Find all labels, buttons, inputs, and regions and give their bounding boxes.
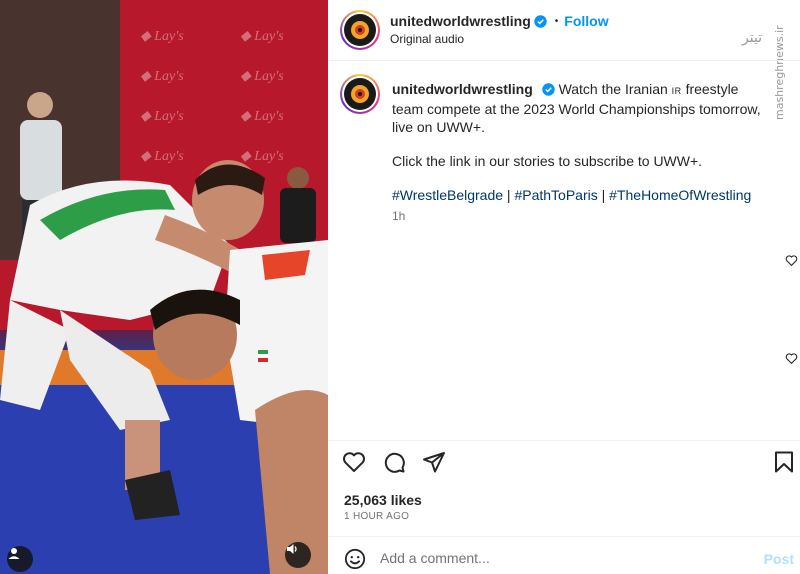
caption-avatar[interactable] — [340, 74, 380, 114]
post-caption: unitedworldwrestling Watch the Iranian I… — [392, 80, 764, 220]
uww-logo-icon — [351, 21, 369, 39]
comment-bar: Post — [328, 543, 800, 574]
svg-text:◆ Lay's: ◆ Lay's — [140, 69, 184, 84]
header-username[interactable]: unitedworldwrestling — [390, 13, 531, 29]
likes-count[interactable]: 25,063 likes — [344, 492, 422, 508]
post-side-panel: unitedworldwrestling • Follow Original a… — [328, 0, 800, 574]
caption-text-1: Watch the Iranian — [558, 81, 668, 97]
watermark-persian: تیتر — [741, 30, 762, 46]
uww-logo-icon — [351, 85, 369, 103]
wrestling-photo: ◆ Lay's ◆ Lay's ◆ Lay's ◆ Lay's ◆ Lay's ◆ L… — [0, 0, 328, 574]
header-divider — [328, 60, 800, 61]
profile-avatar[interactable] — [340, 10, 380, 50]
hashtag-line: #WrestleBelgrade | #PathToParis | #TheHo… — [392, 186, 764, 204]
caption-timestamp[interactable]: 1h — [392, 209, 405, 223]
tagged-users-button[interactable] — [7, 546, 33, 572]
separator-dot: • — [554, 15, 559, 27]
svg-text:◆ Lay's: ◆ Lay's — [240, 109, 284, 124]
hashtag-link[interactable]: #TheHomeOfWrestling — [609, 187, 751, 203]
emoji-icon[interactable] — [344, 548, 366, 570]
hashtag-separator: | — [601, 187, 606, 203]
hashtag-separator: | — [506, 187, 511, 203]
share-icon[interactable] — [422, 450, 446, 474]
audio-toggle-button[interactable] — [285, 542, 311, 568]
hashtag-link[interactable]: #WrestleBelgrade — [392, 187, 503, 203]
svg-text:◆ Lay's: ◆ Lay's — [240, 69, 284, 84]
comment-input[interactable] — [380, 545, 750, 571]
flag-text: IR — [671, 86, 682, 96]
svg-text:◆ Lay's: ◆ Lay's — [140, 29, 184, 44]
svg-text:◆ Lay's: ◆ Lay's — [240, 149, 284, 164]
post-timestamp[interactable]: 1 HOUR AGO — [344, 511, 409, 522]
post-media[interactable]: ◆ Lay's ◆ Lay's ◆ Lay's ◆ Lay's ◆ Lay's ◆ L… — [0, 0, 328, 574]
caption-username[interactable]: unitedworldwrestling — [392, 81, 533, 97]
actions-divider — [328, 440, 800, 441]
original-audio-link[interactable]: Original audio — [390, 32, 464, 46]
svg-text:◆ Lay's: ◆ Lay's — [140, 149, 184, 164]
heart-icon[interactable] — [342, 450, 366, 474]
post-header: unitedworldwrestling • Follow — [390, 13, 609, 29]
caption-paragraph-2: Click the link in our stories to subscri… — [392, 153, 703, 169]
heart-icon[interactable] — [785, 352, 798, 365]
action-bar — [342, 450, 798, 476]
bookmark-icon[interactable] — [772, 450, 796, 474]
post-comment-button[interactable]: Post — [764, 551, 794, 567]
svg-text:◆ Lay's: ◆ Lay's — [240, 29, 284, 44]
follow-button[interactable]: Follow — [564, 13, 608, 29]
svg-text:◆ Lay's: ◆ Lay's — [140, 109, 184, 124]
comment-divider — [328, 536, 800, 537]
hashtag-link[interactable]: #PathToParis — [514, 187, 597, 203]
watermark-url: mashreghnews.ir — [773, 25, 786, 120]
user-icon — [8, 548, 20, 559]
comment-icon[interactable] — [382, 450, 406, 474]
verified-icon — [541, 83, 555, 96]
heart-icon[interactable] — [785, 254, 798, 267]
verified-icon — [534, 14, 547, 28]
speaker-icon — [287, 544, 297, 554]
